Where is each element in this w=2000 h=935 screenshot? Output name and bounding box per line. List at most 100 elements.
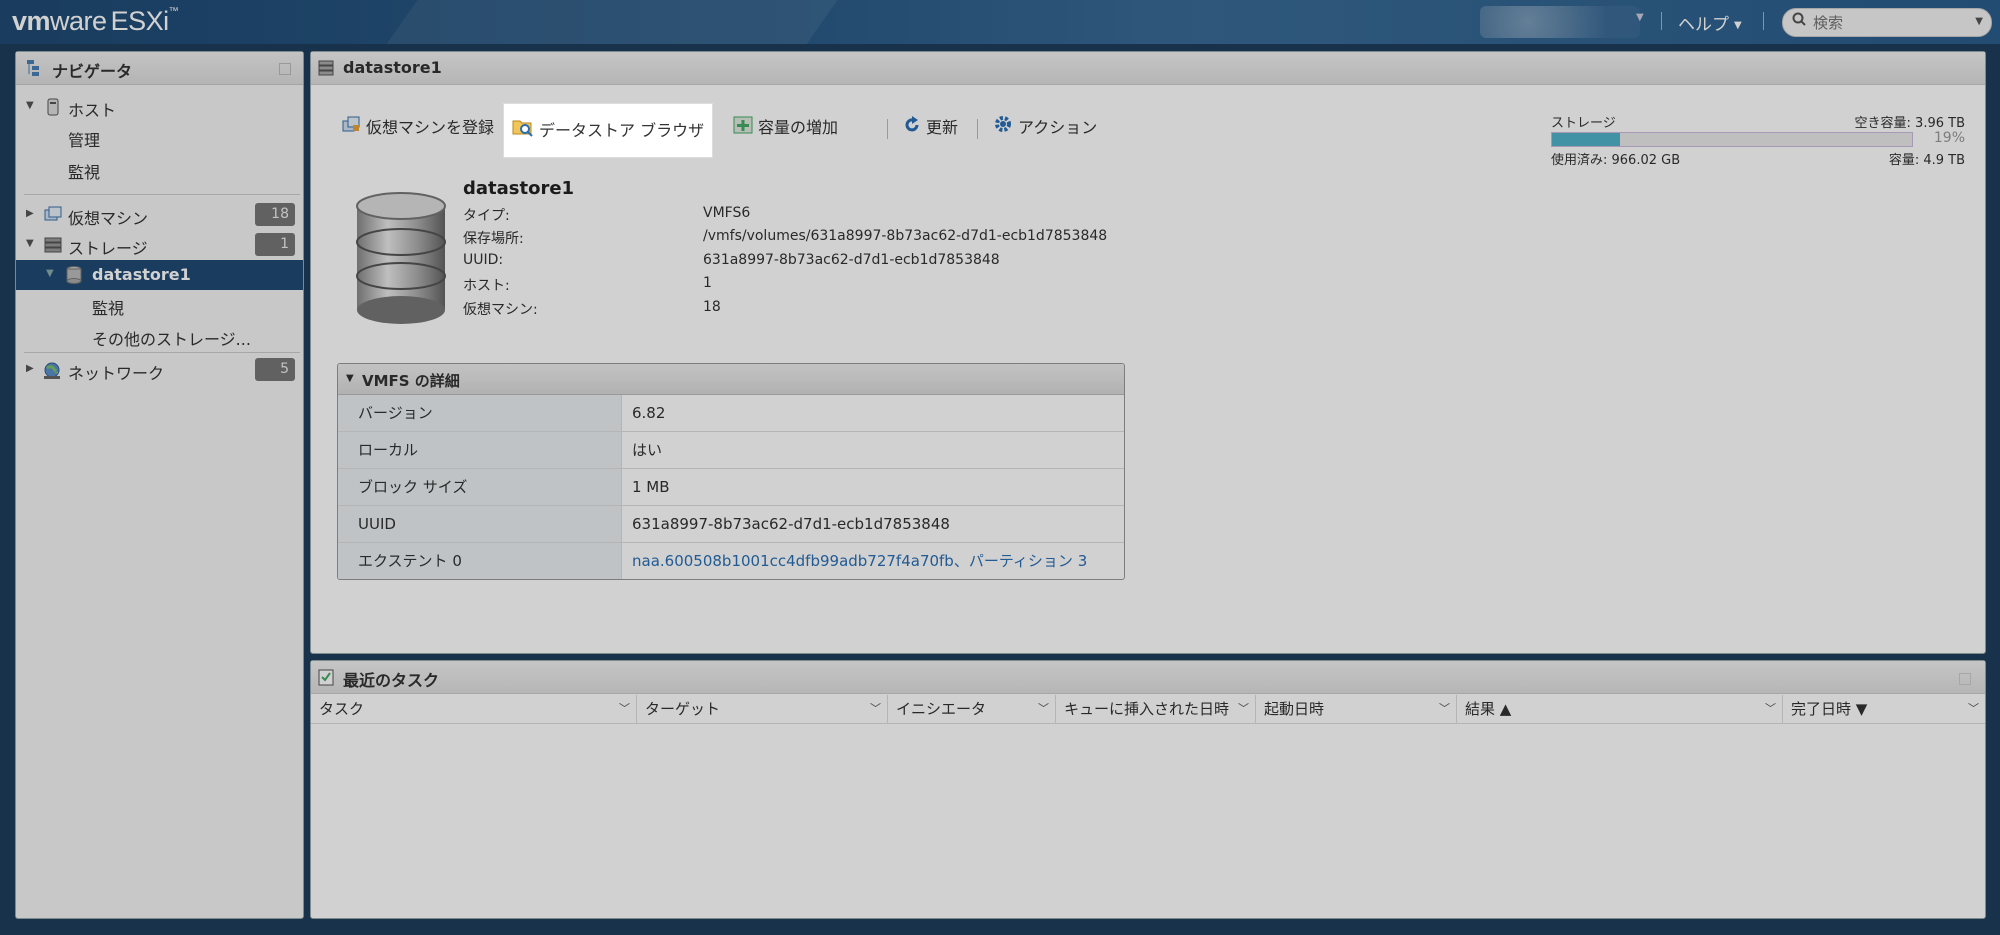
tasks-icon <box>318 668 334 690</box>
host-icon <box>46 98 62 116</box>
storage-meter: ストレージ 空き容量: 3.96 TB 19% 使用済み: 966.02 GB … <box>1551 112 1965 168</box>
increase-capacity-button[interactable]: 容量の増加 <box>733 108 838 148</box>
nav-label: 監視 <box>68 163 101 182</box>
recent-tasks-header: 最近のタスク <box>311 661 1985 694</box>
navigator-title: ナビゲータ <box>52 62 133 81</box>
free-space-text: 空き容量: 3.96 TB <box>1854 116 1965 131</box>
count-badge: 1 <box>255 233 295 256</box>
nav-item-virtual-machines[interactable]: ▶ 仮想マシン 18 <box>16 200 303 230</box>
nav-item-host-monitor[interactable]: 監視 <box>16 154 303 184</box>
nav-label: 仮想マシン <box>68 209 149 228</box>
count-badge: 18 <box>255 203 295 226</box>
column-target[interactable]: ターゲット ﹀ <box>637 695 888 723</box>
top-bar: vmwareESXi™ ▼ ヘルプ▼ ▼ <box>0 0 2000 44</box>
collapse-arrow-icon[interactable]: ▼ <box>346 373 354 384</box>
chevron-down-icon: ﹀ <box>1439 702 1450 715</box>
help-menu[interactable]: ヘルプ ▼ <box>1678 10 1742 35</box>
register-vm-button[interactable]: 仮想マシンを登録 <box>341 108 494 148</box>
capacity-text: 容量: 4.9 TB <box>1888 153 1965 168</box>
nav-item-other-storage[interactable]: その他のストレージ... <box>16 321 303 351</box>
vmfs-row-local: ローカル はい <box>338 432 1124 469</box>
expand-arrow-icon[interactable]: ▼ <box>46 268 54 279</box>
recent-tasks-title: 最近のタスク <box>343 671 440 690</box>
vmfs-row-block-size: ブロック サイズ 1 MB <box>338 469 1124 506</box>
chevron-down-icon: ﹀ <box>1038 702 1049 715</box>
header-decoration <box>361 0 859 44</box>
column-queued-time[interactable]: キューに挿入された日時 ﹀ <box>1056 695 1256 723</box>
divider <box>1661 12 1662 30</box>
expand-arrow-icon[interactable]: ▼ <box>26 100 34 111</box>
nav-label: 監視 <box>92 299 125 318</box>
nav-item-datastore-monitor[interactable]: 監視 <box>16 290 303 320</box>
refresh-icon <box>903 109 921 149</box>
nav-label: その他のストレージ... <box>92 330 251 349</box>
panel-title: datastore1 <box>343 58 442 77</box>
vmfs-row-extent: エクステント 0 naa.600508b1001cc4dfb99adb727f4a… <box>338 543 1124 579</box>
datastore-icon <box>66 266 82 284</box>
chevron-down-icon: ▼ <box>1734 19 1742 31</box>
extent-link[interactable]: naa.600508b1001cc4dfb99adb727f4a70fb、パーテ… <box>632 543 1087 579</box>
nav-label: ネットワーク <box>68 364 165 383</box>
divider <box>1763 12 1764 30</box>
expand-arrow-icon[interactable]: ▶ <box>26 208 34 219</box>
nav-label: ストレージ <box>68 239 148 258</box>
chevron-down-icon: ﹀ <box>1968 702 1979 715</box>
expand-arrow-icon[interactable]: ▶ <box>26 363 34 374</box>
divider <box>24 194 300 195</box>
nav-item-storage[interactable]: ▼ ストレージ 1 <box>16 230 303 260</box>
navigator-icon <box>26 59 44 81</box>
vmfs-row-uuid: UUID 631a8997-8b73ac62-d7d1-ecb1d7853848 <box>338 506 1124 543</box>
vmfs-details-header[interactable]: ▼ VMFS の詳細 <box>338 364 1124 395</box>
nav-item-host[interactable]: ▼ ホスト <box>16 92 303 122</box>
chevron-down-icon: ﹀ <box>619 702 630 715</box>
divider <box>887 119 888 139</box>
datastore-browser-icon <box>512 105 534 158</box>
collapse-tasks-button[interactable] <box>1959 673 1971 685</box>
vm-icon <box>44 206 62 223</box>
expand-arrow-icon[interactable]: ▼ <box>26 238 34 249</box>
chevron-down-icon: ﹀ <box>1765 702 1776 715</box>
vmware-esxi-logo: vmware ESXi™ <box>12 6 179 36</box>
column-completed-time[interactable]: 完了日時 ▼ ﹀ <box>1783 695 1985 723</box>
column-result[interactable]: 結果 ▲ ﹀ <box>1457 695 1783 723</box>
task-table-header: タスク ﹀ ターゲット ﹀ イニシエータ ﹀ キューに挿入された日時 ﹀ 起動日時 ﹀ 結… <box>311 695 1985 724</box>
toolbar: 仮想マシンを登録 容量の増加 更新 アクション <box>341 108 1241 148</box>
user-menu[interactable] <box>1480 6 1640 38</box>
actions-button[interactable]: アクション <box>993 108 1097 148</box>
datastore-icon <box>318 60 334 80</box>
count-badge: 5 <box>255 358 295 381</box>
refresh-button[interactable]: 更新 <box>903 108 958 148</box>
usage-bar <box>1551 132 1913 147</box>
vmfs-details-panel: ▼ VMFS の詳細 バージョン 6.82 ローカル はい ブロック サイズ 1 MB… <box>337 363 1125 580</box>
storage-icon <box>44 236 62 253</box>
divider <box>24 352 300 353</box>
recent-tasks-panel: 最近のタスク タスク ﹀ ターゲット ﹀ イニシエータ ﹀ キューに挿入された日時 ﹀ … <box>310 660 1986 919</box>
datastore-name: datastore1 <box>463 178 575 199</box>
nav-label: 管理 <box>68 131 101 150</box>
search-dropdown-icon[interactable]: ▼ <box>1975 16 1983 27</box>
collapse-navigator-button[interactable] <box>279 63 291 75</box>
network-icon <box>42 361 60 379</box>
column-start-time[interactable]: 起動日時 ﹀ <box>1256 695 1457 723</box>
nav-item-datastore1[interactable]: ▼ datastore1 <box>16 260 303 290</box>
column-task[interactable]: タスク ﹀ <box>311 695 637 723</box>
user-menu-caret-icon[interactable]: ▼ <box>1636 12 1644 23</box>
chevron-down-icon: ﹀ <box>870 702 881 715</box>
column-initiator[interactable]: イニシエータ ﹀ <box>888 695 1056 723</box>
search-icon <box>1792 12 1806 30</box>
panel-header: datastore1 <box>311 52 1985 85</box>
navigator-panel: ナビゲータ ▼ ホスト 管理 監視 ▶ 仮想マシン 18 ▼ ストレージ 1 ▼… <box>15 51 304 919</box>
register-vm-icon <box>341 109 361 149</box>
nav-item-manage[interactable]: 管理 <box>16 122 303 152</box>
nav-label: datastore1 <box>92 265 191 284</box>
chevron-down-icon: ﹀ <box>1238 702 1249 715</box>
navigator-header: ナビゲータ <box>16 52 303 85</box>
used-space-text: 使用済み: 966.02 GB <box>1551 153 1681 168</box>
datastore-browser-button[interactable]: データストア ブラウザ <box>504 104 713 158</box>
storage-label: ストレージ <box>1551 116 1616 131</box>
nav-item-network[interactable]: ▶ ネットワーク 5 <box>16 355 303 385</box>
usage-percent: 19% <box>1933 130 1965 146</box>
vmfs-row-version: バージョン 6.82 <box>338 395 1124 432</box>
search-box[interactable]: ▼ <box>1782 8 1992 37</box>
search-input[interactable] <box>1811 11 1965 35</box>
